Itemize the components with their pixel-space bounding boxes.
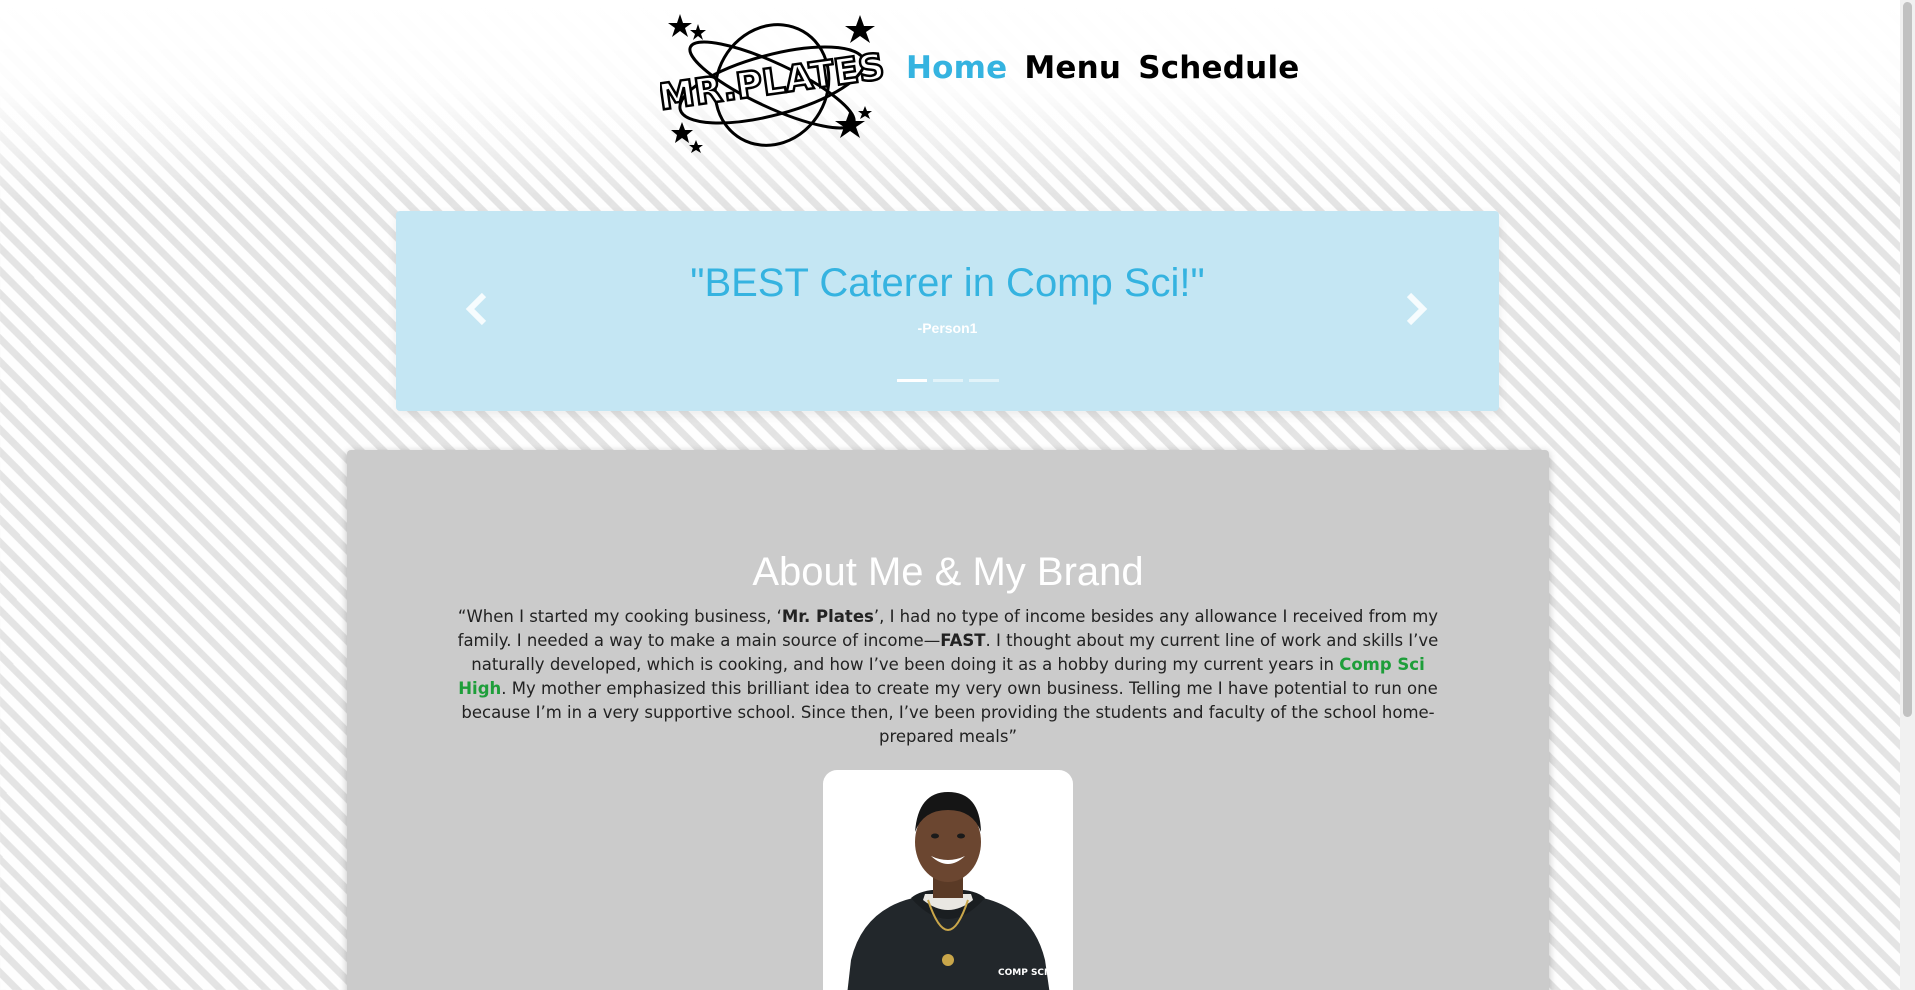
site-header: MR.PLATES Home Menu Schedule	[0, 0, 1900, 160]
brand-name: Mr. Plates	[781, 607, 874, 626]
mr-plates-logo[interactable]: MR.PLATES	[660, 10, 885, 155]
carousel-indicator[interactable]	[933, 379, 963, 382]
nav-menu-link[interactable]: Menu	[1024, 50, 1121, 86]
about-text: “When I started my cooking business, ‘	[457, 607, 782, 626]
nav-schedule-link[interactable]: Schedule	[1138, 50, 1299, 86]
carousel-indicator[interactable]	[969, 379, 999, 382]
testimonial-author: -Person1	[917, 320, 978, 336]
hoodie-logo-text: COMP SCI HIGH	[998, 968, 1073, 978]
about-paragraph: “When I started my cooking business, ‘Mr…	[447, 605, 1449, 749]
emphasis-fast: FAST	[940, 631, 986, 650]
main-nav: Home Menu Schedule	[906, 50, 1300, 86]
testimonial-quote: "BEST Caterer in Comp Sci!"	[690, 261, 1205, 305]
scrollbar-thumb[interactable]	[1903, 2, 1912, 717]
page-scrollbar[interactable]	[1900, 0, 1915, 990]
about-section: About Me & My Brand “When I started my c…	[347, 450, 1549, 990]
carousel-indicators	[897, 379, 999, 382]
nav-home-link[interactable]: Home	[906, 50, 1007, 86]
about-title: About Me & My Brand	[752, 550, 1144, 594]
testimonial-carousel: "BEST Caterer in Comp Sci!" -Person1	[396, 211, 1499, 411]
owner-photo: COMP SCI HIGH	[823, 770, 1073, 990]
owner-portrait: COMP SCI HIGH	[847, 792, 1073, 990]
about-text: . My mother emphasized this brilliant id…	[461, 679, 1438, 746]
carousel-indicator[interactable]	[897, 379, 927, 382]
carousel-next-button[interactable]	[1401, 289, 1431, 329]
chevron-right-icon	[1406, 292, 1428, 326]
